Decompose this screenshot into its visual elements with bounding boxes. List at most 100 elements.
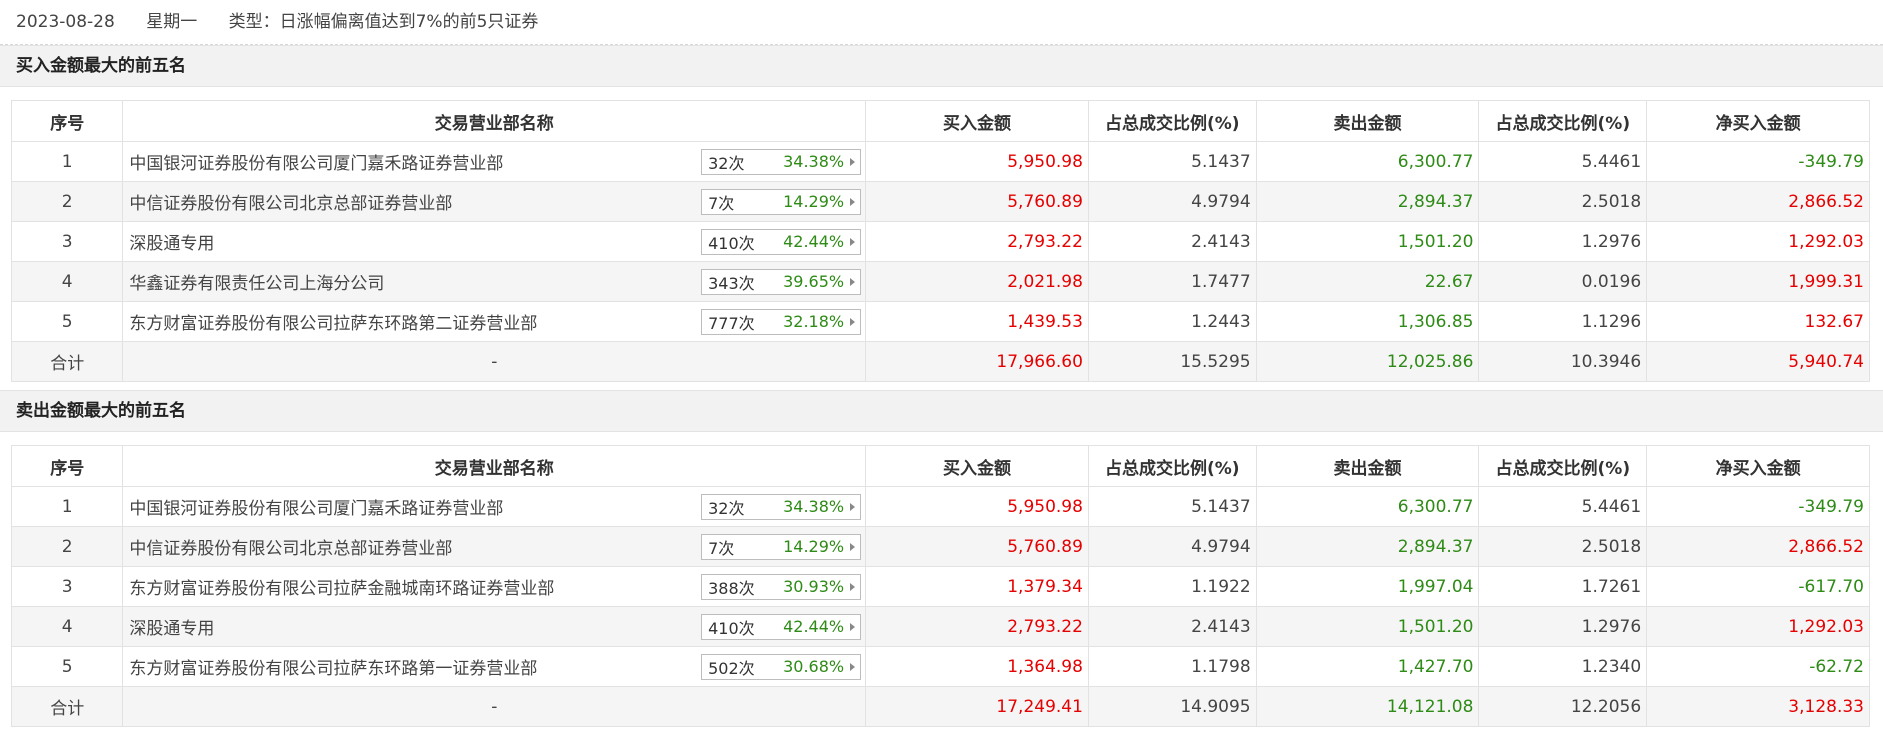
net-amount: 2,866.52 [1646,526,1870,567]
buy-ratio: 4.9794 [1087,181,1257,222]
broker-stats-button[interactable]: 343次 39.65% [701,268,862,295]
win-rate: 42.44% [783,617,845,636]
caret-right-icon [850,157,856,166]
broker-cell: 深股通专用 410次 42.44% [122,606,867,647]
sections-container: 买入金额最大的前五名 序号 交易营业部名称 买入金额 占总成交比例(%) 卖出金额 占总成交… [0,45,1883,735]
seat-table: 序号 交易营业部名称 买入金额 占总成交比例(%) 卖出金额 占总成交比例(%) 净买入金额… [10,100,1870,382]
total-buy: 17,249.41 [865,686,1089,727]
appearance-count: 410次 [708,233,755,253]
broker-stats-button[interactable]: 388次 30.93% [701,573,862,600]
list-type: 类型：日涨幅偏离值达到7%的前5只证券 [228,12,539,32]
broker-name[interactable]: 中国银河证券股份有限公司厦门嘉禾路证券营业部 [129,149,503,174]
buy-amount: 5,950.98 [865,486,1089,527]
broker-name[interactable]: 中信证券股份有限公司北京总部证券营业部 [129,534,452,559]
caret-right-icon [850,317,856,326]
column-header: 序号 [10,445,124,487]
caret-right-icon [850,542,856,551]
table-row: 5 东方财富证券股份有限公司拉萨东环路第二证券营业部 777次 32.18% 1,439… [10,301,1870,342]
total-net: 5,940.74 [1646,341,1870,382]
sell-amount: 1,427.70 [1255,646,1480,687]
total-row: 合计 -17,249.41 14.9095 14,121.08 12.2056 3,128… [10,686,1870,727]
total-buy: 17,966.60 [865,341,1089,382]
row-index: 5 [10,646,124,687]
table-wrap: 序号 交易营业部名称 买入金额 占总成交比例(%) 卖出金额 占总成交比例(%) 净买入金额… [0,432,1883,735]
sell-ratio: 1.2976 [1478,606,1648,647]
sell-amount: 1,997.04 [1255,566,1480,607]
buy-ratio: 1.2443 [1087,301,1257,342]
broker-row: 华鑫证券有限责任公司上海分公司 343次 39.65% [129,268,862,295]
column-header: 买入金额 [865,445,1089,487]
broker-name[interactable]: 东方财富证券股份有限公司拉萨东环路第二证券营业部 [129,309,537,334]
broker-row: 东方财富证券股份有限公司拉萨金融城南环路证券营业部 388次 30.93% [129,573,862,600]
buy-amount: 5,950.98 [865,141,1089,182]
table-wrap: 序号 交易营业部名称 买入金额 占总成交比例(%) 卖出金额 占总成交比例(%) 净买入金额… [0,87,1883,390]
buy-amount: 1,379.34 [865,566,1089,607]
sell-amount: 1,501.20 [1255,606,1480,647]
column-header: 占总成交比例(%) [1087,100,1257,142]
total-label: 合计 [10,341,124,382]
appearance-count: 7次 [708,538,735,558]
broker-name[interactable]: 东方财富证券股份有限公司拉萨东环路第一证券营业部 [129,654,537,679]
total-row: 合计 -17,966.60 15.5295 12,025.86 10.3946 5,940… [10,341,1870,382]
sell-amount: 1,501.20 [1255,221,1480,262]
win-rate: 34.38% [783,152,845,171]
total-sell-ratio: 12.2056 [1478,686,1648,727]
row-index: 5 [10,301,124,342]
broker-row: 东方财富证券股份有限公司拉萨东环路第一证券营业部 502次 30.68% [129,653,862,680]
broker-name[interactable]: 东方财富证券股份有限公司拉萨金融城南环路证券营业部 [129,574,554,599]
caret-right-icon [850,582,856,591]
net-amount: -349.79 [1646,141,1870,182]
appearance-count: 343次 [708,273,755,293]
broker-stats-button[interactable]: 32次 34.38% [701,493,862,520]
appearance-count: 32次 [708,498,745,518]
sell-ratio: 2.5018 [1478,181,1648,222]
caret-right-icon [850,622,856,631]
broker-stats-button[interactable]: 502次 30.68% [701,653,862,680]
win-rate: 42.44% [783,232,845,251]
broker-name[interactable]: 中国银河证券股份有限公司厦门嘉禾路证券营业部 [129,494,503,519]
column-header: 卖出金额 [1255,100,1480,142]
sell-ratio: 1.1296 [1478,301,1648,342]
row-index: 2 [10,526,124,567]
sell-amount: 2,894.37 [1255,181,1480,222]
row-index: 1 [10,486,124,527]
broker-name[interactable]: 华鑫证券有限责任公司上海分公司 [129,269,384,294]
table-header-row: 序号 交易营业部名称 买入金额 占总成交比例(%) 卖出金额 占总成交比例(%) 净买入金额 [10,445,1870,487]
sell-ratio: 0.0196 [1478,261,1648,302]
column-header: 净买入金额 [1646,100,1870,142]
buy-ratio: 1.7477 [1087,261,1257,302]
column-header: 序号 [10,100,124,142]
table-row: 4 华鑫证券有限责任公司上海分公司 343次 39.65% 2,021.98 1.7477… [10,261,1870,302]
broker-row: 深股通专用 410次 42.44% [129,228,862,255]
sell-ratio: 1.2340 [1478,646,1648,687]
total-sell: 12,025.86 [1255,341,1480,382]
buy-ratio: 1.1798 [1087,646,1257,687]
sell-amount: 1,306.85 [1255,301,1480,342]
broker-stats-button[interactable]: 410次 42.44% [701,613,862,640]
sell-ratio: 2.5018 [1478,526,1648,567]
table-header-row: 序号 交易营业部名称 买入金额 占总成交比例(%) 卖出金额 占总成交比例(%) 净买入金额 [10,100,1870,142]
broker-name[interactable]: 深股通专用 [129,614,214,639]
column-header: 占总成交比例(%) [1478,445,1648,487]
total-sell: 14,121.08 [1255,686,1480,727]
net-amount: 1,292.03 [1646,221,1870,262]
broker-stats-button[interactable]: 32次 34.38% [701,148,862,175]
win-rate: 30.68% [783,657,845,676]
broker-name[interactable]: 深股通专用 [129,229,214,254]
broker-row: 中信证券股份有限公司北京总部证券营业部 7次 14.29% [129,188,862,215]
row-index: 3 [10,221,124,262]
net-amount: -349.79 [1646,486,1870,527]
broker-stats-button[interactable]: 410次 42.44% [701,228,862,255]
broker-stats-button[interactable]: 7次 14.29% [701,188,862,215]
win-rate: 32.18% [783,312,845,331]
broker-stats-button[interactable]: 777次 32.18% [701,308,862,335]
table-row: 3 东方财富证券股份有限公司拉萨金融城南环路证券营业部 388次 30.93% 1,37… [10,566,1870,607]
broker-stats-button[interactable]: 7次 14.29% [701,533,862,560]
broker-name[interactable]: 中信证券股份有限公司北京总部证券营业部 [129,189,452,214]
appearance-count: 777次 [708,313,755,333]
buy-amount: 2,793.22 [865,606,1089,647]
row-index: 2 [10,181,124,222]
broker-cell: 深股通专用 410次 42.44% [122,221,867,262]
info-bar: 2023-08-28 星期一 类型：日涨幅偏离值达到7%的前5只证券 [0,0,1883,45]
appearance-count: 7次 [708,193,735,213]
